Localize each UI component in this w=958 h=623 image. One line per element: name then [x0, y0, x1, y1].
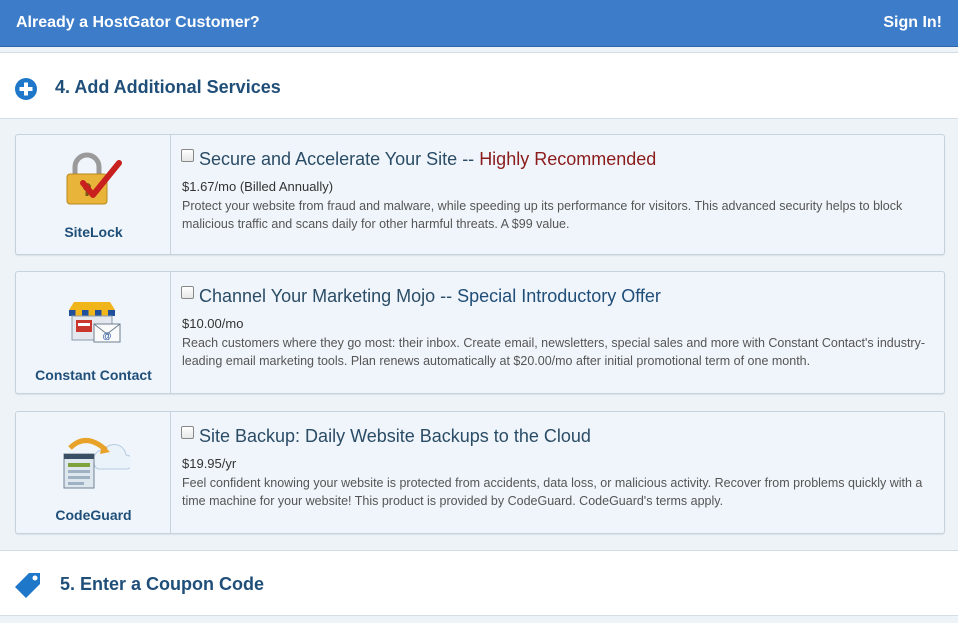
service-description: Feel confident knowing your website is p… — [182, 476, 923, 508]
service-logo: CodeGuard — [16, 412, 171, 533]
svg-text:@: @ — [102, 331, 111, 341]
service-headline: Secure and Accelerate Your Site -- Highl… — [199, 149, 656, 170]
service-checkbox[interactable] — [181, 149, 194, 162]
service-headline: Channel Your Marketing Mojo -- Special I… — [199, 286, 661, 307]
plus-circle-icon — [15, 78, 37, 100]
section-add-services-header: 4. Add Additional Services — [0, 52, 958, 119]
service-checkbox[interactable] — [181, 286, 194, 299]
service-price: $19.95/yr — [182, 456, 237, 471]
service-checkbox[interactable] — [181, 426, 194, 439]
headline-separator: -- — [457, 149, 480, 169]
service-logo-name: Constant Contact — [35, 367, 152, 383]
headline-highlight: Highly Recommended — [479, 149, 657, 169]
service-card-codeguard: CodeGuard Site Backup: Daily Website Bac… — [15, 411, 945, 534]
service-description: Reach customers where they go most: thei… — [182, 336, 925, 368]
top-bar: Already a HostGator Customer? Sign In! — [0, 0, 958, 47]
storefront-email-icon: @ — [69, 302, 121, 343]
service-logo: @ Constant Contact — [16, 272, 171, 393]
service-card-constant-contact: @ Constant Contact Channel Your Marketin… — [15, 271, 945, 394]
headline-main: Site Backup: Daily Website Backups to th… — [199, 426, 591, 446]
service-price: $10.00/mo — [182, 316, 244, 331]
section-title: 4. Add Additional Services — [55, 77, 281, 97]
headline-main: Secure and Accelerate Your Site — [199, 149, 458, 169]
service-card-sitelock: SiteLock Secure and Accelerate Your Site… — [15, 134, 945, 255]
padlock-checkmark-icon — [66, 152, 122, 205]
tag-icon — [15, 573, 40, 598]
service-logo-name: SiteLock — [64, 224, 123, 240]
service-logo-name: CodeGuard — [55, 507, 132, 523]
headline-main: Channel Your Marketing Mojo — [199, 286, 436, 306]
headline-highlight: Special Introductory Offer — [457, 286, 661, 306]
service-logo: SiteLock — [16, 135, 171, 254]
service-headline: Site Backup: Daily Website Backups to th… — [199, 426, 591, 447]
headline-separator: -- — [435, 286, 458, 306]
customer-question: Already a HostGator Customer? — [16, 14, 260, 31]
sign-in-link[interactable]: Sign In! — [883, 14, 942, 32]
section-coupon-header: 5. Enter a Coupon Code — [0, 550, 958, 616]
section-title: 5. Enter a Coupon Code — [60, 574, 265, 594]
service-description: Protect your website from fraud and malw… — [182, 199, 903, 231]
service-price: $1.67/mo (Billed Annually) — [182, 179, 334, 194]
cloud-backup-icon — [63, 438, 130, 489]
